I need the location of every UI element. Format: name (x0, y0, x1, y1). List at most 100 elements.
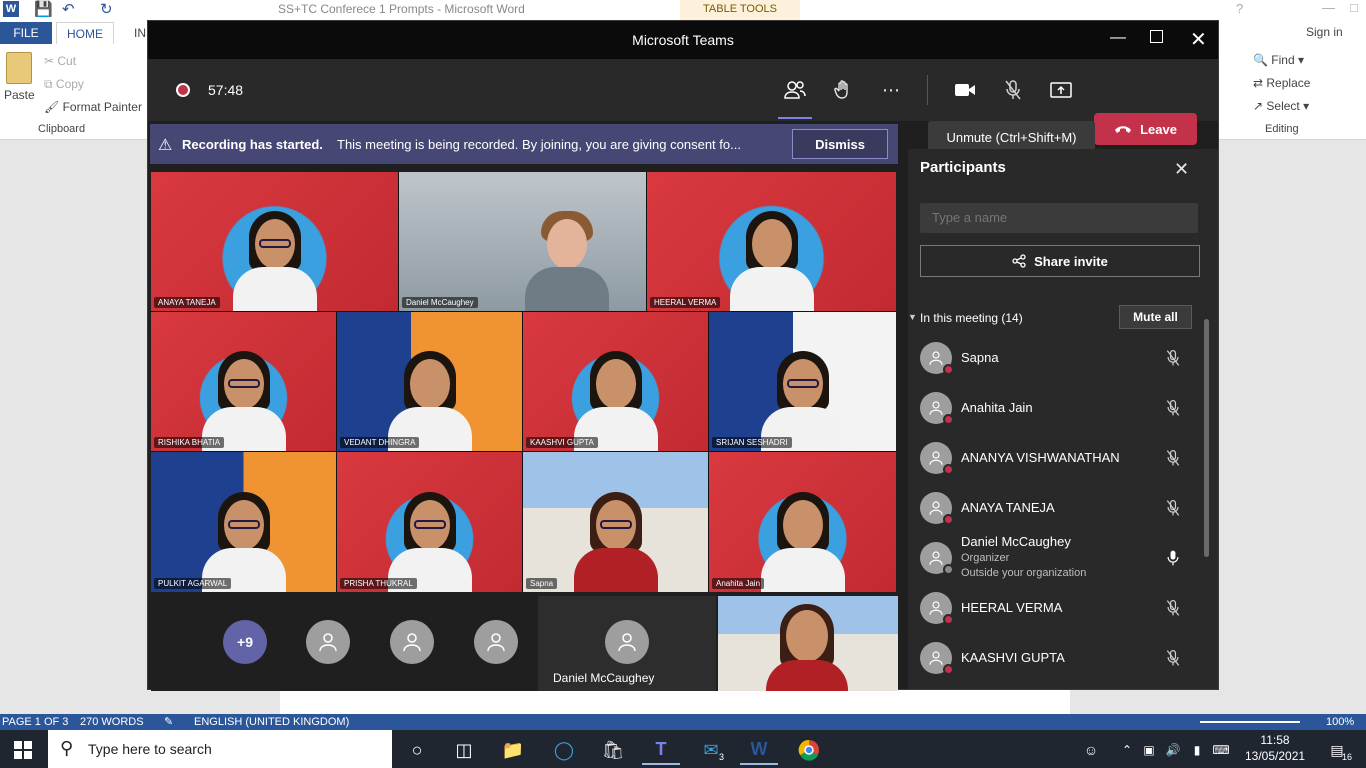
more-actions-icon[interactable]: ⋯ (874, 73, 908, 107)
taskbar: ⚲ Type here to search ○ ◫ 📁 ◯ 🛍 T ✉ 3 W ☺… (0, 730, 1366, 768)
participant-video (757, 488, 849, 592)
replace-button[interactable]: ⇄ Replace (1253, 76, 1310, 90)
mic-muted-icon (1166, 350, 1180, 366)
close-panel-icon[interactable]: ✕ (1174, 159, 1189, 180)
copy-button[interactable]: ⧉ Copy (44, 77, 84, 92)
teams-taskbar-icon[interactable]: T (642, 735, 680, 765)
recording-banner-title: Recording has started. (182, 137, 323, 152)
file-explorer-icon[interactable]: 📁 (494, 735, 532, 765)
overflow-count-button[interactable]: +9 (223, 620, 267, 664)
zoom-slider[interactable] (1200, 721, 1300, 723)
section-collapse-icon[interactable]: ▼ (908, 312, 917, 322)
format-painter-label: Format Painter (62, 100, 142, 114)
mail-icon[interactable]: ✉ 3 (692, 735, 730, 765)
zoom-level[interactable]: 100% (1326, 716, 1354, 728)
participant-avatar[interactable] (306, 620, 350, 664)
show-participants-icon[interactable] (778, 73, 812, 107)
taskbar-search-box[interactable]: ⚲ Type here to search (48, 730, 392, 768)
video-tile[interactable]: PRISHA THUKRAL (337, 452, 522, 592)
video-tile[interactable]: SRIJAN SESHADRI (709, 312, 896, 451)
participant-avatar (920, 442, 954, 475)
video-tile[interactable]: Anahita Jain (709, 452, 896, 592)
video-tile[interactable]: PULKIT AGARWAL (151, 452, 336, 592)
participant-video (198, 488, 290, 592)
status-dot (943, 514, 954, 525)
people-icon[interactable]: ☺ (1072, 735, 1110, 765)
organizer-tile[interactable]: Daniel McCaughey (538, 596, 716, 691)
video-name-label: VEDANT DHINGRA (340, 437, 420, 448)
word-count[interactable]: 270 WORDS (80, 716, 144, 728)
mute-all-button[interactable]: Mute all (1119, 305, 1192, 329)
paste-button[interactable]: Paste (4, 88, 35, 102)
self-view-tile[interactable] (718, 596, 898, 691)
redo-icon[interactable]: ↻ (100, 0, 113, 18)
camera-icon[interactable] (948, 73, 982, 107)
video-tile[interactable]: HEERAL VERMA (647, 172, 896, 311)
windows-start-icon[interactable] (4, 735, 42, 765)
video-tile[interactable]: ANAYA TANEJA (151, 172, 398, 311)
word-status-bar: PAGE 1 OF 3 270 WORDS ✎ ENGLISH (UNITED … (0, 714, 1366, 730)
participant-row[interactable]: ANAYA TANEJA (920, 484, 1190, 534)
undo-icon[interactable]: ↶ (62, 0, 75, 18)
participant-row[interactable]: KAASHVI GUPTA (920, 634, 1190, 684)
paste-icon[interactable] (6, 52, 32, 84)
cut-label: Cut (57, 54, 77, 68)
participant-row[interactable]: Anahita Jain (920, 384, 1190, 434)
teams-close-icon[interactable]: ✕ (1190, 27, 1207, 52)
recording-banner-text: This meeting is being recorded. By joini… (337, 137, 741, 152)
tab-file[interactable]: FILE (0, 22, 52, 44)
video-tile[interactable]: Sapna (523, 452, 708, 592)
proofing-icon[interactable]: ✎ (164, 715, 173, 728)
video-tile[interactable]: KAASHVI GUPTA (523, 312, 708, 451)
in-meeting-section-header[interactable]: In this meeting (14) (920, 311, 1023, 325)
microphone-muted-icon[interactable] (996, 73, 1030, 107)
share-invite-button[interactable]: Share invite (920, 245, 1200, 277)
format-painter-button[interactable]: 🖌 Format Painter (44, 100, 142, 114)
chrome-icon[interactable] (790, 735, 828, 765)
raise-hand-icon[interactable] (826, 73, 860, 107)
participant-avatar[interactable] (474, 620, 518, 664)
participant-row[interactable]: Daniel McCaughey Organizer Outside your … (920, 534, 1190, 584)
clock-date[interactable]: 13/05/2021 (1245, 749, 1305, 763)
participant-row[interactable]: HEERAL VERMA (920, 584, 1190, 634)
video-name-label: SRIJAN SESHADRI (712, 437, 792, 448)
panel-scrollbar[interactable] (1204, 319, 1209, 557)
help-icon[interactable]: ? (1236, 1, 1243, 16)
find-button[interactable]: 🔍 Find ▾ (1253, 53, 1304, 67)
video-tile[interactable]: VEDANT DHINGRA (337, 312, 522, 451)
participant-row[interactable]: ANANYA VISHWANATHAN (920, 434, 1190, 484)
mic-muted-icon (1166, 650, 1180, 666)
page-count[interactable]: PAGE 1 OF 3 (2, 716, 68, 728)
video-tile[interactable]: RISHIKA BHATIA (151, 312, 336, 451)
mic-muted-icon (1166, 500, 1180, 516)
participant-avatar (920, 592, 954, 625)
participant-avatar (920, 342, 954, 375)
task-view-icon[interactable]: ◫ (445, 735, 483, 765)
leave-button[interactable]: Leave (1094, 113, 1197, 145)
word-logo-icon[interactable]: W (3, 1, 19, 17)
word-minimize-icon[interactable]: — (1322, 0, 1335, 15)
share-screen-icon[interactable] (1044, 73, 1078, 107)
cortana-icon[interactable]: ○ (398, 735, 436, 765)
participant-avatar[interactable] (390, 620, 434, 664)
video-tile[interactable]: Daniel McCaughey (399, 172, 646, 311)
teams-minimize-icon[interactable]: — (1110, 29, 1126, 47)
notifications-icon[interactable]: ▤ 16 (1318, 735, 1356, 765)
participant-search-input[interactable] (920, 203, 1198, 233)
word-taskbar-icon[interactable]: W (740, 735, 778, 765)
participant-name: Sapna (961, 350, 999, 365)
tab-home[interactable]: HOME (56, 22, 114, 44)
save-icon[interactable]: 💾 (34, 0, 53, 18)
word-maximize-icon[interactable]: □ (1350, 0, 1358, 15)
dismiss-button[interactable]: Dismiss (792, 129, 888, 159)
cut-button[interactable]: ✂ Cut (44, 54, 76, 68)
keyboard-icon[interactable]: ⌨ (1202, 735, 1240, 765)
store-icon[interactable]: 🛍 (594, 735, 632, 765)
clock-time[interactable]: 11:58 (1245, 733, 1305, 747)
sign-in-link[interactable]: Sign in (1306, 25, 1343, 39)
select-button[interactable]: ↗ Select ▾ (1253, 99, 1309, 113)
language-status[interactable]: ENGLISH (UNITED KINGDOM) (194, 716, 349, 728)
edge-icon[interactable]: ◯ (545, 735, 583, 765)
teams-maximize-icon[interactable] (1150, 30, 1163, 43)
participant-row[interactable]: Sapna (920, 334, 1190, 384)
